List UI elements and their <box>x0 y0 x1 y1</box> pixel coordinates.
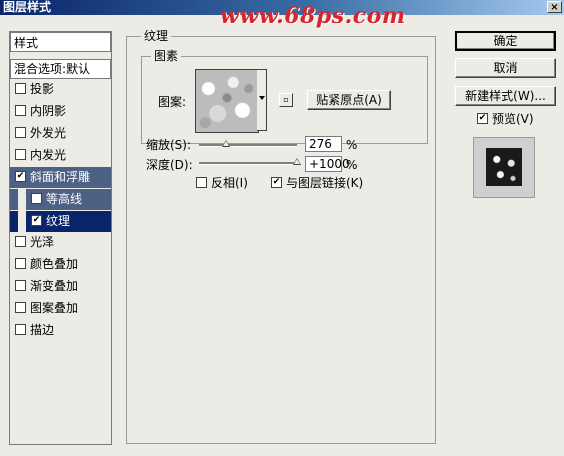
style-item-checkbox[interactable]: ✔ <box>15 171 26 182</box>
scale-field[interactable]: 276 <box>305 136 342 152</box>
new-preset-icon[interactable]: ▫ <box>279 93 293 107</box>
link-with-layer-label: 与图层链接(K) <box>286 176 364 190</box>
indent-marker <box>18 211 26 232</box>
style-item-label: 投影 <box>30 82 55 96</box>
style-item-3[interactable]: 外发光 <box>10 123 111 144</box>
style-item-checkbox[interactable] <box>15 83 26 94</box>
style-item-label: 描边 <box>30 323 55 337</box>
style-list: 样式 混合选项:默认 投影内阴影外发光内发光 ✔ 斜面和浮雕等高线 ✔ 纹理光泽颜色叠加… <box>9 31 112 445</box>
style-item-checkbox[interactable] <box>15 149 26 160</box>
new-style-button[interactable]: 新建样式(W)... <box>455 86 556 106</box>
style-preview <box>473 137 535 198</box>
style-preview-swatch <box>486 148 522 186</box>
style-item-6[interactable]: 等高线 <box>10 189 111 210</box>
style-item-checkbox[interactable] <box>15 280 26 291</box>
depth-field[interactable]: +1000 <box>305 156 350 172</box>
depth-unit: % <box>346 158 358 172</box>
style-item-label: 光泽 <box>30 235 55 249</box>
snap-to-origin-button[interactable]: 贴紧原点(A) <box>307 90 391 110</box>
indent-marker <box>18 189 26 210</box>
close-icon[interactable]: × <box>547 1 562 13</box>
scale-slider-track[interactable] <box>199 144 297 147</box>
depth-slider-thumb[interactable] <box>293 158 301 165</box>
style-item-1[interactable]: 投影 <box>10 79 111 100</box>
style-item-label: 图案叠加 <box>30 301 79 315</box>
style-item-checkbox[interactable] <box>15 324 26 335</box>
style-item-12[interactable]: 描边 <box>10 320 111 341</box>
preview-label: 预览(V) <box>492 112 534 126</box>
style-item-11[interactable]: 图案叠加 <box>10 298 111 319</box>
scale-slider-thumb[interactable] <box>221 140 230 147</box>
pattern-dropdown-icon[interactable] <box>257 69 267 131</box>
style-item-checkbox[interactable] <box>15 258 26 269</box>
style-item-label: 内阴影 <box>30 104 67 118</box>
scale-unit: % <box>346 138 358 152</box>
ok-button[interactable]: 确定 <box>455 31 556 51</box>
blend-options-item[interactable]: 混合选项:默认 <box>10 59 111 79</box>
style-item-label: 渐变叠加 <box>30 279 79 293</box>
pattern-label: 图案: <box>158 95 187 109</box>
invert-option[interactable]: 反相(I) <box>196 176 248 190</box>
link-with-layer-checkbox[interactable]: ✔ <box>271 177 282 188</box>
style-item-label: 外发光 <box>30 126 67 140</box>
cancel-button[interactable]: 取消 <box>455 58 556 78</box>
style-item-2[interactable]: 内阴影 <box>10 101 111 122</box>
style-item-checkbox[interactable] <box>31 193 42 204</box>
style-item-8[interactable]: 光泽 <box>10 232 111 253</box>
style-item-checkbox[interactable] <box>15 105 26 116</box>
style-item-label: 斜面和浮雕 <box>30 170 91 184</box>
style-item-4[interactable]: 内发光 <box>10 145 111 166</box>
preview-checkbox[interactable]: ✔ <box>477 113 488 124</box>
style-item-label: 等高线 <box>46 192 83 206</box>
invert-label: 反相(I) <box>211 176 248 190</box>
depth-label: 深度(D): <box>146 158 193 172</box>
style-item-5[interactable]: ✔ 斜面和浮雕 <box>10 167 111 188</box>
invert-checkbox[interactable] <box>196 177 207 188</box>
style-item-label: 纹理 <box>46 214 71 228</box>
depth-slider-track[interactable] <box>199 162 297 165</box>
style-list-header[interactable]: 样式 <box>10 32 111 52</box>
preview-option[interactable]: ✔ 预览(V) <box>477 112 534 126</box>
style-item-checkbox[interactable]: ✔ <box>31 215 42 226</box>
style-item-9[interactable]: 颜色叠加 <box>10 254 111 275</box>
texture-group-title: 纹理 <box>141 29 172 43</box>
link-option[interactable]: ✔ 与图层链接(K) <box>271 176 363 190</box>
pattern-group-title: 图素 <box>151 49 182 63</box>
style-item-checkbox[interactable] <box>15 236 26 247</box>
style-item-label: 内发光 <box>30 148 67 162</box>
pattern-swatch[interactable] <box>195 69 259 133</box>
watermark: www.68ps.com <box>220 3 406 29</box>
style-item-checkbox[interactable] <box>15 302 26 313</box>
style-item-checkbox[interactable] <box>15 127 26 138</box>
style-item-label: 颜色叠加 <box>30 257 79 271</box>
scale-label: 缩放(S): <box>146 138 192 152</box>
window-title: 图层样式 <box>3 0 52 14</box>
style-item-10[interactable]: 渐变叠加 <box>10 276 111 297</box>
style-item-7[interactable]: ✔ 纹理 <box>10 211 111 232</box>
